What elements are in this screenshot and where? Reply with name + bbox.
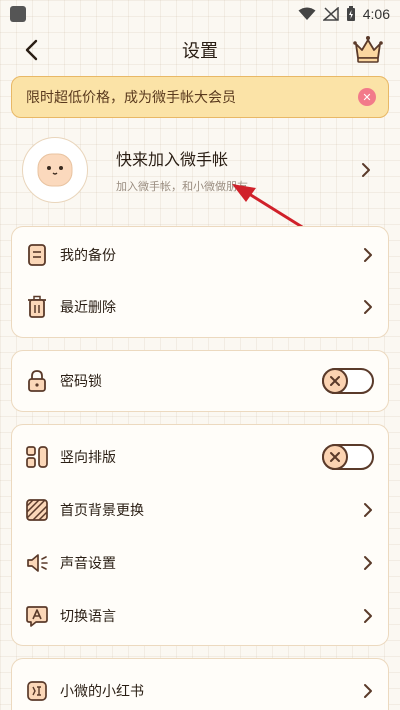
wifi-icon [298,7,316,20]
toggle-off-icon [322,368,348,394]
password-lock-label: 密码锁 [60,374,102,390]
notification-icon [10,6,26,22]
home-background-row[interactable]: 首页背景更换 [12,484,388,536]
chevron-right-icon [364,248,372,262]
close-icon[interactable]: ✕ [358,88,376,106]
profile-subtitle: 加入微手帐，和小微做朋友 [116,180,248,193]
switch-language-row[interactable]: 切换语言 [12,590,388,642]
chevron-right-icon [364,503,372,517]
chevron-right-icon [364,556,372,570]
social-section: 小微的小红书 [11,658,389,710]
chevron-right-icon [364,300,372,314]
vertical-layout-label: 竖向排版 [60,450,116,466]
home-background-label: 首页背景更换 [60,503,144,519]
xiaohongshu-row[interactable]: 小微的小红书 [12,665,388,710]
my-backup-row[interactable]: 我的备份 [12,229,388,281]
background-pattern-icon [24,497,50,523]
page-title: 设置 [182,41,218,62]
status-icons: 4:06 [298,6,390,22]
chevron-right-icon [362,163,370,177]
recent-deleted-row[interactable]: 最近删除 [12,281,388,333]
password-lock-row: 密码锁 [12,355,388,407]
crown-icon[interactable] [352,34,384,64]
profile-title: 快来加入微手帐 [116,150,229,169]
status-bar: 4:06 [0,0,400,28]
promo-text: 限时超低价格，成为微手帐大会员 [26,90,236,106]
app-header: 设置 [0,30,400,70]
xiaohongshu-icon [24,678,50,704]
back-arrow-icon[interactable] [20,38,44,62]
layout-icon [24,444,50,470]
vertical-layout-row: 竖向排版 [12,431,388,483]
security-section: 密码锁 [11,350,389,412]
mascot-face-icon [37,153,73,187]
battery-icon [346,6,355,21]
avatar [22,137,88,203]
profile-join-entry[interactable]: 快来加入微手帐 加入微手帐，和小微做朋友 [10,126,390,214]
xiaohongshu-label: 小微的小红书 [60,684,144,700]
language-icon [24,603,50,629]
recent-deleted-label: 最近删除 [60,300,116,316]
toggle-off-icon [322,444,348,470]
status-time: 4:06 [362,6,390,22]
backup-section: 我的备份 最近删除 [11,226,389,338]
no-signal-icon [322,7,339,21]
switch-language-label: 切换语言 [60,609,116,625]
chevron-right-icon [364,684,372,698]
display-section: 竖向排版 首页背景更换 声音设置 切换语言 [11,424,389,646]
sound-settings-label: 声音设置 [60,556,116,572]
password-lock-toggle[interactable] [322,368,374,394]
lock-icon [24,368,50,394]
chevron-right-icon [364,609,372,623]
my-backup-label: 我的备份 [60,248,116,264]
sound-settings-row[interactable]: 声音设置 [12,537,388,589]
vertical-layout-toggle[interactable] [322,444,374,470]
backup-icon [24,242,50,268]
vip-promo-banner[interactable]: 限时超低价格，成为微手帐大会员 ✕ [11,76,389,118]
trash-icon [24,294,50,320]
speaker-icon [24,550,50,576]
